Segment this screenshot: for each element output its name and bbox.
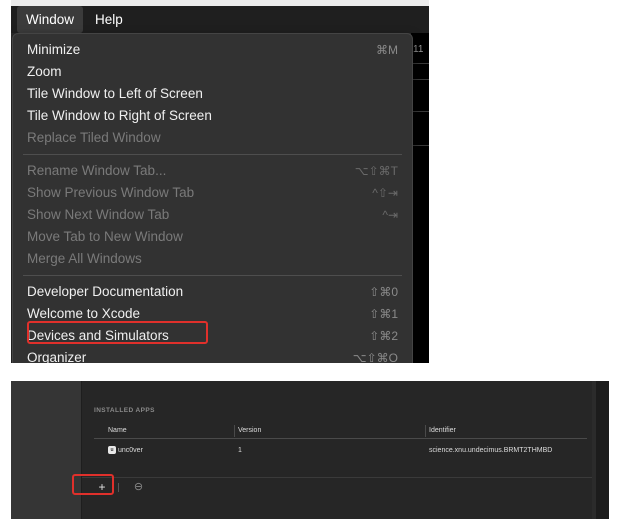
app-icon: u xyxy=(108,446,116,454)
window-right-edge xyxy=(596,381,609,519)
devices-screenshot: INSTALLED APPS Name Version Identifier u… xyxy=(11,381,609,519)
devices-highlight-box xyxy=(27,321,208,344)
menu-item-organizer[interactable]: Organizer ⌥⇧⌘O xyxy=(13,347,412,363)
menu-item-shortcut: ⌘M xyxy=(376,43,398,57)
column-header-version[interactable]: Version xyxy=(238,427,261,434)
menu-item-shortcut: ^⇧⇥ xyxy=(372,186,398,200)
menu-item-label: Tile Window to Left of Screen xyxy=(27,86,203,101)
menu-item-label: Merge All Windows xyxy=(27,251,142,266)
window-menu-dropdown: Minimize ⌘M Zoom Tile Window to Left of … xyxy=(12,33,413,363)
menubar-help[interactable]: Help xyxy=(86,6,132,33)
menu-item-label: Show Previous Window Tab xyxy=(27,185,195,200)
table-cell-identifier: science.xnu.undecimus.BRMT2THMBD xyxy=(429,447,553,454)
menu-item-shortcut: ⇧⌘0 xyxy=(369,285,398,299)
menu-item-label: Organizer xyxy=(27,350,87,363)
menu-item-tile-right[interactable]: Tile Window to Right of Screen xyxy=(13,105,412,127)
menu-item-label: Rename Window Tab... xyxy=(27,163,167,178)
menubar: Window Help xyxy=(11,6,429,33)
column-divider xyxy=(234,425,235,437)
menu-item-shortcut: ⌥⇧⌘O xyxy=(352,351,398,363)
menu-item-shortcut: ⇧⌘2 xyxy=(369,329,398,343)
menu-screenshot: Window Help 11 Minimize ⌘M Zoom Tile Win… xyxy=(11,0,429,363)
menu-item-tile-left[interactable]: Tile Window to Left of Screen xyxy=(13,83,412,105)
menu-item-label: Replace Tiled Window xyxy=(27,130,161,145)
menu-item-rename-tab: Rename Window Tab... ⌥⇧⌘T xyxy=(13,160,412,182)
menu-item-label: Tile Window to Right of Screen xyxy=(27,108,212,123)
add-button-highlight-box xyxy=(72,474,114,495)
installed-apps-heading: INSTALLED APPS xyxy=(94,407,155,414)
column-divider xyxy=(425,425,426,437)
menu-item-move-tab: Move Tab to New Window xyxy=(13,226,412,248)
menu-item-previous-tab: Show Previous Window Tab ^⇧⇥ xyxy=(13,182,412,204)
button-separator xyxy=(118,483,119,492)
table-cell-version: 1 xyxy=(238,447,242,454)
background-app-window xyxy=(411,33,429,363)
table-bottom-line xyxy=(82,477,592,478)
column-header-name[interactable]: Name xyxy=(108,427,127,434)
devices-sidebar xyxy=(11,381,81,519)
menu-item-next-tab: Show Next Window Tab ^⇥ xyxy=(13,204,412,226)
menu-item-shortcut: ⌥⇧⌘T xyxy=(354,164,398,178)
menu-item-replace-tiled: Replace Tiled Window xyxy=(13,127,412,149)
menu-item-developer-documentation[interactable]: Developer Documentation ⇧⌘0 xyxy=(13,281,412,303)
column-header-identifier[interactable]: Identifier xyxy=(429,427,456,434)
table-header-line xyxy=(94,438,587,439)
menu-separator xyxy=(23,275,402,276)
menu-separator xyxy=(23,154,402,155)
menu-item-zoom[interactable]: Zoom xyxy=(13,61,412,83)
remove-app-button[interactable]: ⊖ xyxy=(132,481,145,494)
menu-item-shortcut: ^⇥ xyxy=(382,208,398,222)
menu-item-label: Show Next Window Tab xyxy=(27,207,170,222)
background-tab-text: 11 xyxy=(413,44,424,55)
device-detail-pane: INSTALLED APPS Name Version Identifier u… xyxy=(82,381,592,519)
menu-item-label: Minimize xyxy=(27,42,81,57)
menu-item-shortcut: ⇧⌘1 xyxy=(369,307,398,321)
menu-item-minimize[interactable]: Minimize ⌘M xyxy=(13,39,412,61)
table-cell-name[interactable]: unc0ver xyxy=(118,447,143,454)
menu-item-label: Developer Documentation xyxy=(27,284,184,299)
menu-item-merge-windows: Merge All Windows xyxy=(13,248,412,270)
menu-item-label: Move Tab to New Window xyxy=(27,229,183,244)
menu-item-label: Zoom xyxy=(27,64,62,79)
menubar-window[interactable]: Window xyxy=(17,6,84,33)
